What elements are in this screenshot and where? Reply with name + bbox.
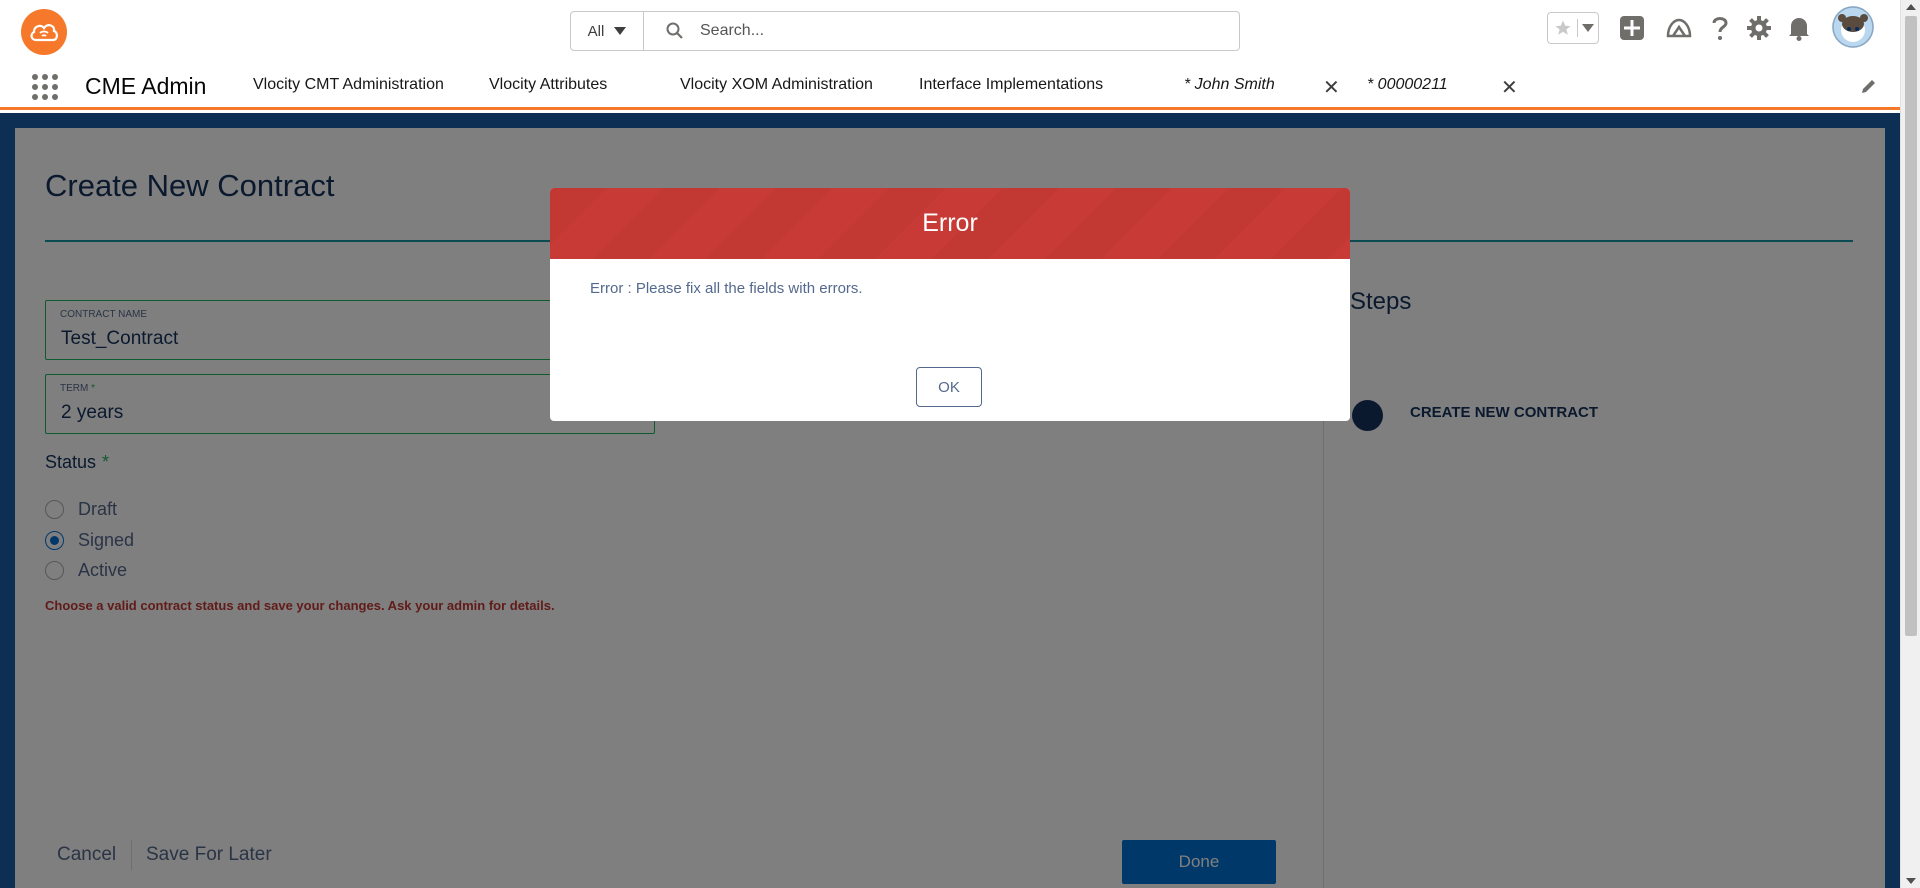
- search-icon: [666, 22, 683, 39]
- add-icon: [1620, 16, 1644, 40]
- bell-icon: [1789, 18, 1809, 41]
- nav-item-vlocity-attributes[interactable]: Vlocity Attributes: [489, 76, 607, 94]
- app-name: CME Admin: [85, 73, 207, 99]
- nav-item-vlocity-xom-administration[interactable]: Vlocity XOM Administration: [680, 76, 873, 94]
- scroll-up-icon[interactable]: [1906, 4, 1916, 10]
- favorites-star-button[interactable]: [1548, 19, 1578, 37]
- page-scrollbar[interactable]: [1900, 0, 1920, 888]
- caret-down-icon: [614, 27, 627, 35]
- help-button[interactable]: [1705, 12, 1735, 44]
- modal-title: Error: [922, 209, 978, 237]
- close-tab-icon[interactable]: ✕: [1323, 75, 1340, 100]
- app-launcher-icon[interactable]: [30, 72, 60, 102]
- user-avatar[interactable]: [1832, 6, 1874, 48]
- tab-00000211[interactable]: * 00000211: [1367, 76, 1448, 94]
- favorites-control: [1547, 12, 1599, 44]
- scroll-down-icon[interactable]: [1906, 878, 1916, 884]
- star-icon: [1555, 20, 1570, 35]
- cloud-logo-icon[interactable]: [21, 9, 67, 55]
- tab-john-smith[interactable]: * John Smith: [1184, 76, 1275, 94]
- edit-nav-icon[interactable]: [1860, 77, 1878, 95]
- gear-icon: [1747, 16, 1771, 40]
- error-modal: Error Error : Please fix all the fields …: [550, 188, 1350, 421]
- trailhead-button[interactable]: [1664, 12, 1694, 44]
- search-input[interactable]: [700, 22, 1200, 40]
- help-icon: [1712, 17, 1728, 40]
- search-scope-label: All: [587, 22, 605, 40]
- app-navigation: CME Admin Vlocity CMT Administration Vlo…: [0, 60, 1900, 146]
- global-header: All: [0, 0, 1900, 60]
- ok-button[interactable]: OK: [916, 367, 982, 407]
- trailhead-icon: [1666, 18, 1692, 38]
- close-tab-icon[interactable]: ✕: [1501, 75, 1518, 100]
- astro-avatar-icon: [1832, 6, 1874, 48]
- caret-down-icon: [1582, 24, 1594, 32]
- global-search: All: [570, 11, 1240, 51]
- global-actions-button[interactable]: [1617, 12, 1647, 44]
- modal-message: Error : Please fix all the fields with e…: [590, 280, 863, 297]
- nav-item-vlocity-cmt-administration[interactable]: Vlocity CMT Administration: [253, 76, 444, 94]
- notifications-button[interactable]: [1784, 12, 1814, 44]
- search-scope-dropdown[interactable]: All: [571, 12, 644, 50]
- nav-item-interface-implementations[interactable]: Interface Implementations: [919, 76, 1103, 94]
- favorites-dropdown-button[interactable]: [1578, 24, 1598, 32]
- setup-button[interactable]: [1744, 12, 1774, 44]
- modal-header: Error: [550, 188, 1350, 259]
- scrollbar-thumb[interactable]: [1905, 16, 1917, 636]
